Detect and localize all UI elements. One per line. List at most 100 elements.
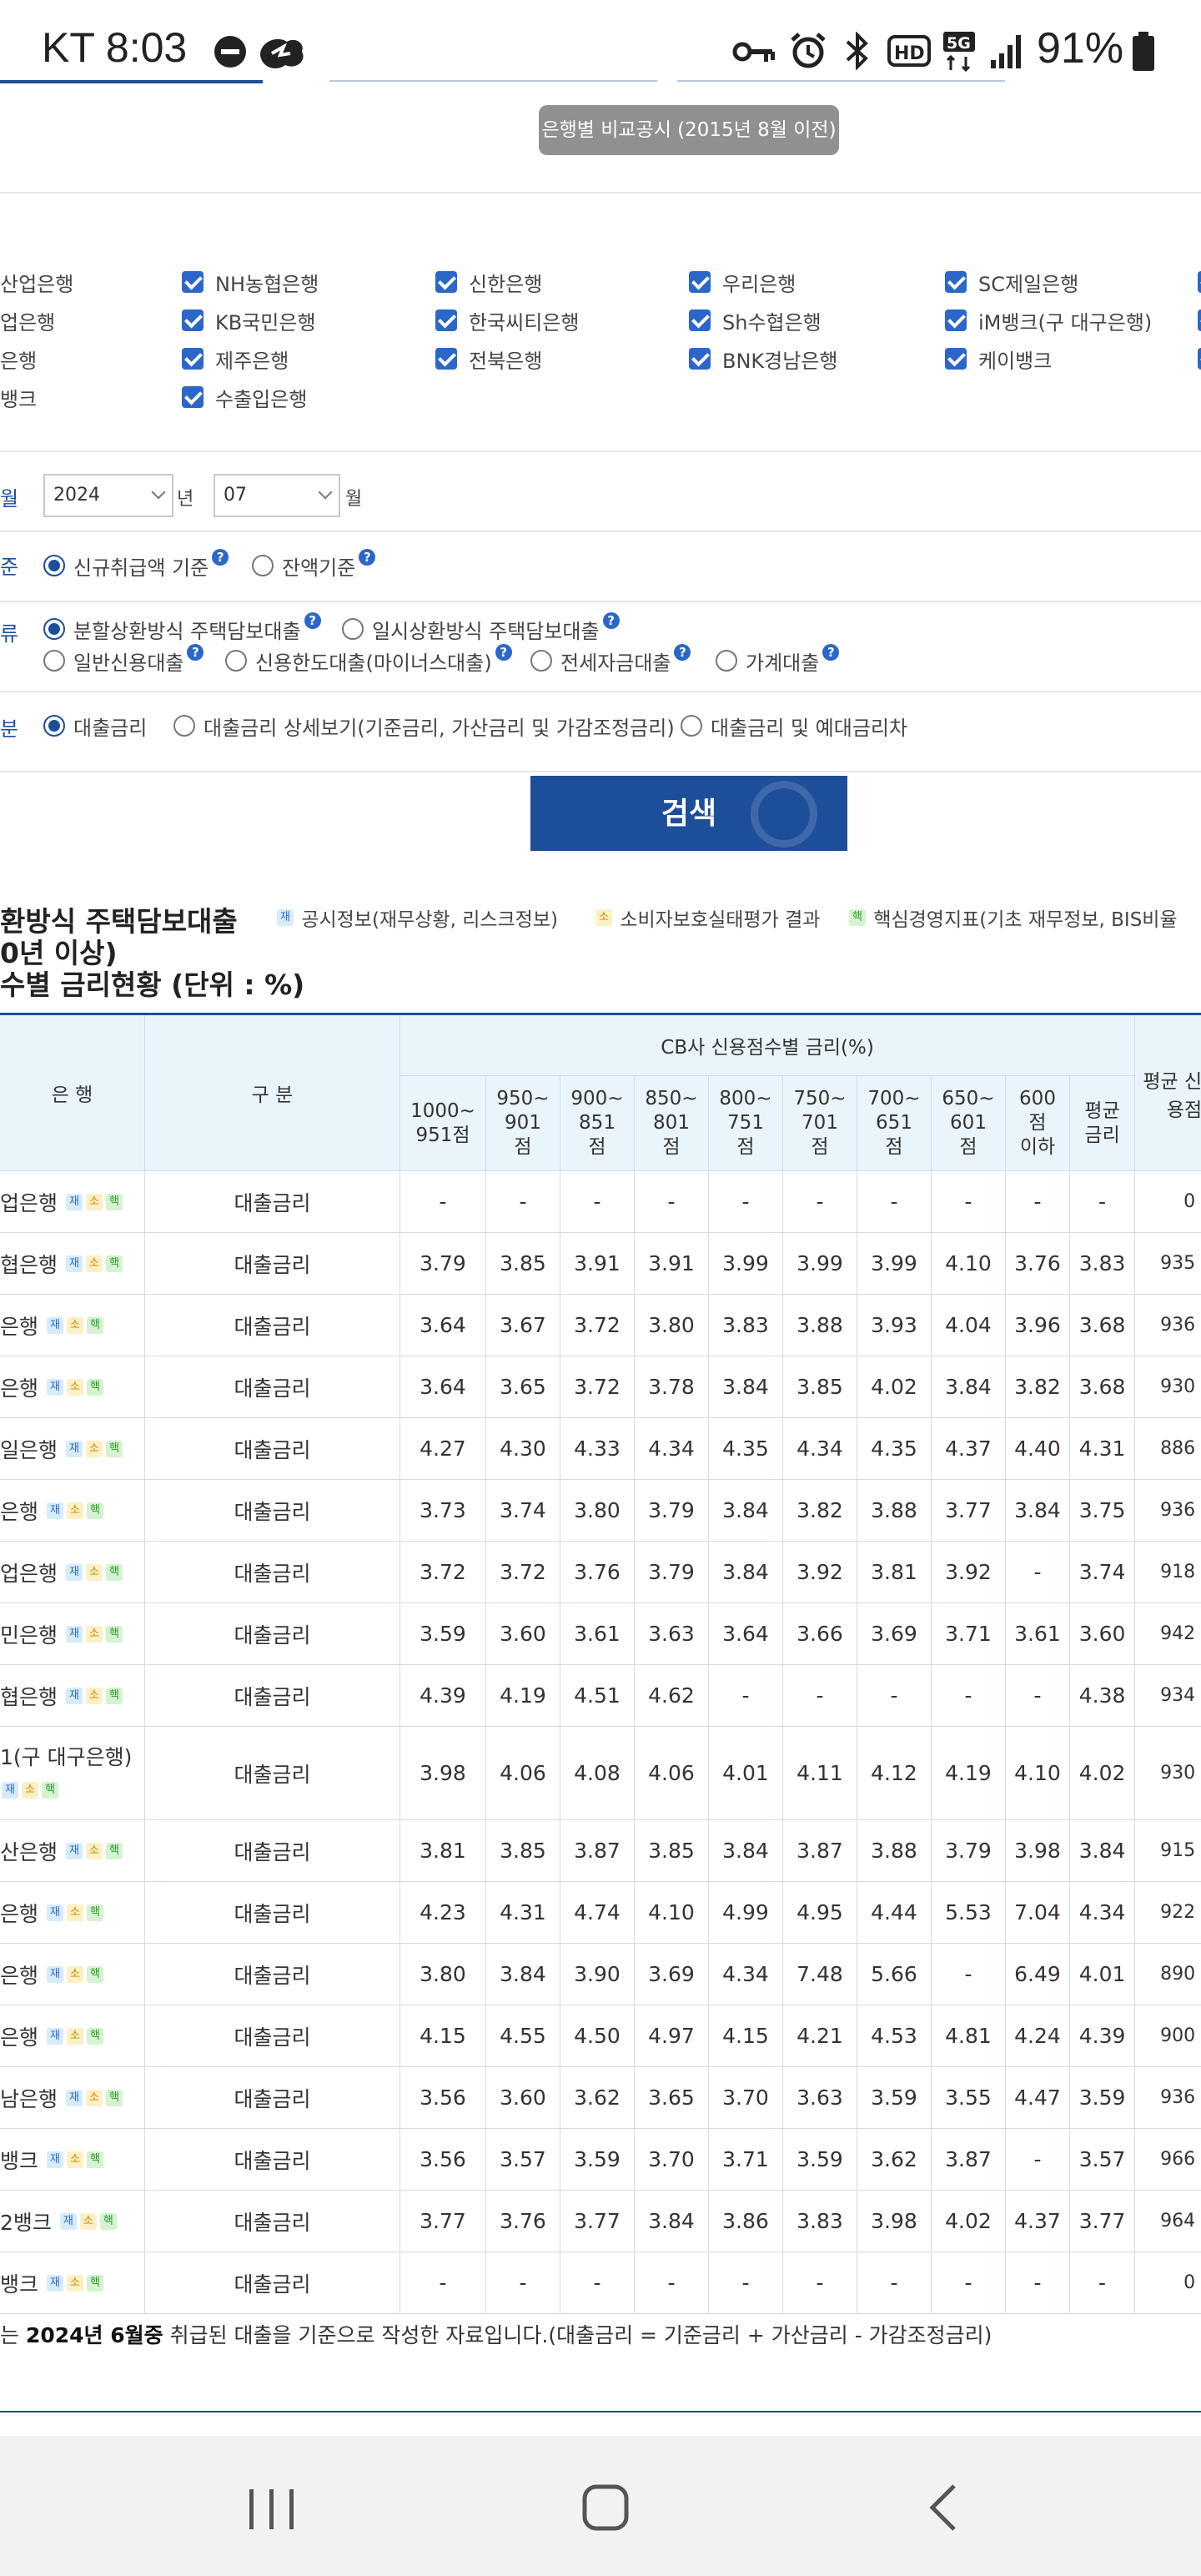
disclosure-tag-icon[interactable]: 재 [65, 1193, 83, 1210]
disclosure-tag-icon[interactable]: 재 [46, 2151, 63, 2168]
checkbox-checked-icon[interactable] [182, 309, 204, 331]
core-tag-icon[interactable]: 핵 [86, 2274, 103, 2292]
core-tag-icon[interactable]: 핵 [86, 1502, 103, 1519]
consumer-tag-icon[interactable]: 소 [85, 1440, 103, 1457]
radio-option[interactable]: 대출금리 및 예대금리차 [681, 709, 907, 742]
bank-name[interactable]: 민은행 [1, 1623, 64, 1648]
bank-checkbox[interactable]: 우리은행 [689, 265, 796, 299]
help-icon[interactable]: ? [212, 549, 229, 566]
bank-checkbox[interactable]: 뱅크 [0, 380, 37, 414]
radio-unselected-icon[interactable] [252, 555, 274, 576]
bank-name-cell[interactable]: 은행 재소핵 [0, 1943, 145, 2005]
core-tag-icon[interactable]: 핵 [105, 1842, 123, 1859]
core-tag-icon[interactable]: 핵 [105, 1625, 123, 1643]
bank-checkbox[interactable]: 은행 [0, 342, 37, 375]
radio-option[interactable]: 신용한도대출(마이너스대출)? [225, 644, 512, 677]
bank-checkbox[interactable]: 제주은행 [182, 342, 289, 375]
radio-unselected-icon[interactable] [173, 715, 195, 737]
bank-checkbox[interactable]: 케이뱅크 [945, 342, 1052, 375]
disclosure-tag-icon[interactable]: 재 [46, 1502, 63, 1519]
checkbox-checked-icon[interactable] [945, 271, 967, 293]
consumer-tag-icon[interactable]: 소 [85, 1193, 103, 1210]
consumer-tag-icon[interactable]: 소 [66, 2027, 83, 2045]
checkbox-checked-icon[interactable] [435, 271, 457, 293]
consumer-tag-icon[interactable]: 소 [85, 1563, 103, 1581]
checkbox-checked-icon[interactable] [1198, 309, 1201, 331]
consumer-tag-icon[interactable]: 소 [66, 1316, 83, 1334]
bank-name[interactable]: 은행 [1, 1902, 45, 1926]
consumer-tag-icon[interactable]: 소 [85, 1687, 103, 1704]
core-tag-icon[interactable]: 핵 [105, 1255, 123, 1272]
radio-unselected-icon[interactable] [530, 650, 552, 672]
help-icon[interactable]: ? [304, 612, 321, 629]
consumer-tag-icon[interactable]: 소 [22, 1782, 38, 1799]
help-icon[interactable]: ? [602, 612, 620, 629]
bank-name-cell[interactable]: 협은행 재소핵 [0, 1664, 145, 1727]
bank-name-cell[interactable]: 업은행 재소핵 [0, 1541, 145, 1603]
disclosure-tag-icon[interactable]: 재 [46, 1904, 63, 1921]
core-tag-icon[interactable]: 핵 [86, 1316, 103, 1334]
bank-name-cell[interactable]: 민은행 재소핵 [0, 1602, 145, 1665]
bank-name-cell[interactable]: 은행 재소핵 [0, 1356, 145, 1418]
bank-name[interactable]: 협은행 [1, 1253, 64, 1277]
disclosure-tag-icon[interactable]: 재 [46, 2274, 63, 2292]
radio-option[interactable]: 신규취급액 기준? [43, 549, 229, 582]
bank-checkbox[interactable]: NH농협은행 [182, 265, 319, 299]
compare-badge-button[interactable]: 은행별 비교공시 (2015년 8월 이전) [539, 105, 839, 155]
month-select[interactable]: 07 [214, 474, 340, 517]
bank-name-cell[interactable]: 산은행 재소핵 [0, 1819, 145, 1882]
disclosure-tag-icon[interactable]: 재 [65, 1255, 83, 1272]
bank-checkbox[interactable]: 산업은행 [0, 265, 73, 299]
consumer-tag-icon[interactable]: 소 [66, 2151, 83, 2168]
checkbox-checked-icon[interactable] [689, 348, 711, 370]
checkbox-checked-icon[interactable] [689, 271, 711, 293]
core-tag-icon[interactable]: 핵 [105, 1687, 123, 1704]
bank-name-cell[interactable]: 협은행 재소핵 [0, 1232, 145, 1295]
recent-apps-icon[interactable] [204, 2436, 338, 2576]
radio-unselected-icon[interactable] [43, 650, 65, 672]
radio-option[interactable]: 전세자금대출? [530, 644, 691, 677]
disclosure-tag-icon[interactable]: 재 [65, 1842, 83, 1859]
bank-name[interactable]: 남은행 [1, 2087, 64, 2111]
checkbox-checked-icon[interactable] [435, 309, 457, 331]
radio-unselected-icon[interactable] [225, 650, 247, 672]
consumer-tag-icon[interactable]: 소 [66, 1378, 83, 1396]
consumer-tag-icon[interactable]: 소 [66, 1965, 83, 1983]
checkbox-checked-icon[interactable] [182, 271, 204, 293]
bank-name[interactable]: 은행 [1, 1315, 45, 1339]
bank-name[interactable]: 업은행 [1, 1191, 64, 1215]
disclosure-tag-icon[interactable]: 재 [46, 1965, 63, 1983]
core-tag-icon[interactable]: 핵 [105, 1440, 123, 1457]
bank-checkbox[interactable]: 전북은행 [435, 342, 542, 375]
bank-name[interactable]: 뱅크 [1, 2149, 45, 2173]
consumer-tag-icon[interactable]: 소 [85, 2089, 103, 2106]
radio-unselected-icon[interactable] [342, 618, 364, 640]
bank-checkbox[interactable]: 업은행 [0, 304, 55, 337]
home-icon[interactable] [539, 2436, 672, 2576]
bank-name-cell[interactable]: 은행 재소핵 [0, 1479, 145, 1542]
bank-name-cell[interactable]: 은행 재소핵 [0, 2005, 145, 2067]
bank-checkbox[interactable]: iM뱅크(구 대구은행) [945, 304, 1152, 337]
checkbox-checked-icon[interactable] [1198, 271, 1201, 293]
consumer-tag-icon[interactable]: 소 [85, 1842, 103, 1859]
bank-name[interactable]: 2뱅크 [1, 2211, 58, 2235]
radio-option[interactable]: 대출금리 상세보기(기준금리, 가산금리 및 가감조정금리) [173, 709, 675, 742]
checkbox-checked-icon[interactable] [182, 348, 204, 370]
bank-name-cell[interactable]: 일은행 재소핵 [0, 1417, 145, 1480]
radio-option[interactable]: 일반신용대출? [43, 644, 204, 677]
disclosure-tag-icon[interactable]: 재 [65, 1625, 83, 1643]
help-icon[interactable]: ? [674, 644, 691, 661]
help-icon[interactable]: ? [187, 644, 204, 661]
disclosure-tag-icon[interactable]: 재 [65, 1440, 83, 1457]
bank-name[interactable]: 1(구 대구은행) [1, 1745, 133, 1769]
core-tag-icon[interactable]: 핵 [86, 2151, 103, 2168]
checkbox-checked-icon[interactable] [1198, 348, 1201, 370]
bank-checkbox[interactable]: Sh수협은행 [689, 304, 822, 337]
bank-name-cell[interactable]: 2뱅크 재소핵 [0, 2190, 145, 2252]
radio-option[interactable]: 잔액기준? [252, 549, 376, 582]
disclosure-tag-icon[interactable]: 재 [65, 2089, 83, 2106]
checkbox-checked-icon[interactable] [945, 309, 967, 331]
core-tag-icon[interactable]: 핵 [105, 1193, 123, 1210]
radio-selected-icon[interactable] [43, 618, 65, 640]
bank-name-cell[interactable]: 남은행 재소핵 [0, 2066, 145, 2129]
